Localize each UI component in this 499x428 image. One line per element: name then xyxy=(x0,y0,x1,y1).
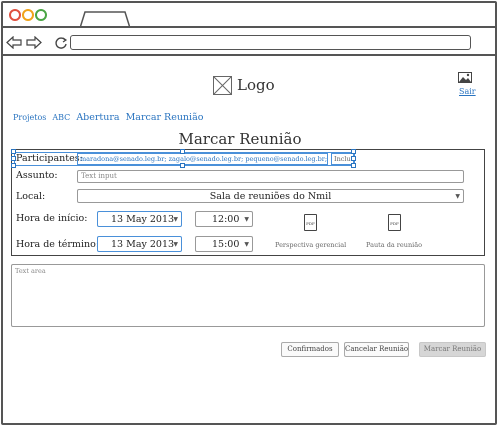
start-date-picker[interactable]: 13 May 2013 ▼ xyxy=(97,211,182,227)
back-arrow-icon[interactable] xyxy=(6,36,22,49)
logo-image-icon xyxy=(213,76,232,95)
breadcrumb-item-abc[interactable]: ABC xyxy=(52,113,70,122)
schedule-meeting-button[interactable]: Marcar Reunião xyxy=(419,342,486,357)
selection-handle xyxy=(180,149,185,154)
end-date-picker[interactable]: 13 May 2013 ▼ xyxy=(97,236,182,252)
chevron-down-icon: ▼ xyxy=(173,216,178,223)
location-value: Sala de reuniões do Nmil xyxy=(209,191,332,202)
pdf-icon[interactable]: PDF xyxy=(304,214,317,231)
location-label: Local: xyxy=(16,191,46,202)
reload-icon[interactable] xyxy=(54,36,68,50)
start-time-label: Hora de início: xyxy=(16,213,88,224)
image-icon[interactable] xyxy=(458,72,472,83)
subject-input[interactable]: Text input xyxy=(77,170,464,183)
close-window-icon[interactable] xyxy=(9,9,21,21)
maximize-window-icon[interactable] xyxy=(35,9,47,21)
confirmed-button[interactable]: Confirmados xyxy=(281,342,339,357)
end-time-select[interactable]: 15:00 ▼ xyxy=(195,236,253,252)
selection-handle xyxy=(351,163,356,168)
end-time-label: Hora de término: xyxy=(16,239,100,250)
pdf-icon[interactable]: PDF xyxy=(388,214,401,231)
chevron-down-icon: ▼ xyxy=(173,241,178,248)
participants-field[interactable]: maradona@senado.leg.br; zagalo@senado.le… xyxy=(77,153,328,165)
chevron-down-icon: ▼ xyxy=(244,241,249,248)
chevron-down-icon: ▼ xyxy=(455,193,460,200)
end-date-value: 13 May 2013 xyxy=(111,239,175,250)
breadcrumb-item-projetos[interactable]: Projetos xyxy=(13,113,46,122)
browser-tab[interactable] xyxy=(80,11,130,28)
start-time-select[interactable]: 12:00 ▼ xyxy=(195,211,253,227)
forward-arrow-icon[interactable] xyxy=(26,36,42,49)
attachment-label-pauta[interactable]: Pauta da reunião xyxy=(366,241,422,249)
minimize-window-icon[interactable] xyxy=(22,9,34,21)
selection-handle xyxy=(351,149,356,154)
selection-handle xyxy=(180,163,185,168)
chevron-down-icon: ▼ xyxy=(244,216,249,223)
notes-textarea[interactable]: Text area xyxy=(11,264,485,327)
location-select[interactable]: Sala de reuniões do Nmil ▼ xyxy=(77,189,464,203)
breadcrumb: Projetos ABC Abertura Marcar Reunião xyxy=(13,112,209,123)
breadcrumb-item-marcar-reuniao[interactable]: Marcar Reunião xyxy=(126,112,204,123)
subject-label: Assunto: xyxy=(16,170,58,181)
browser-title-bar xyxy=(3,3,495,28)
selection-handle xyxy=(11,163,16,168)
logo-label: Logo xyxy=(237,76,275,94)
start-date-value: 13 May 2013 xyxy=(111,214,175,225)
logout-link[interactable]: Sair xyxy=(459,87,476,96)
cancel-meeting-button[interactable]: Cancelar Reunião xyxy=(344,342,409,357)
selection-handle xyxy=(351,156,356,161)
attachment-label-perspectiva[interactable]: Perspectiva gerencial xyxy=(275,241,346,249)
participants-label: Participantes: xyxy=(16,153,83,164)
selection-handle xyxy=(11,149,16,154)
page-title: Marcar Reunião xyxy=(178,130,302,148)
selection-handle xyxy=(11,156,16,161)
breadcrumb-item-abertura[interactable]: Abertura xyxy=(76,112,119,123)
url-bar[interactable] xyxy=(70,35,471,50)
